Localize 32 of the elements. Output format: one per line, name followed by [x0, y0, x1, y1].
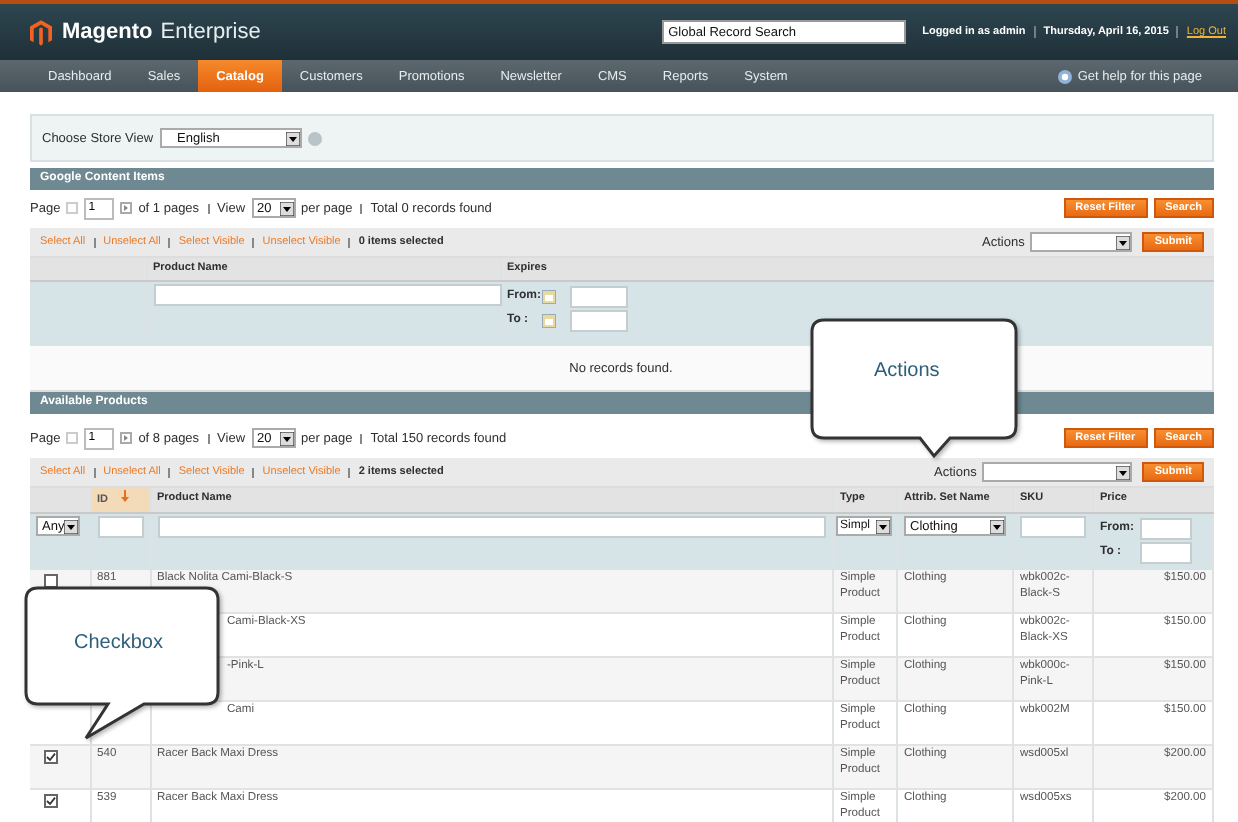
next-icon[interactable] [120, 202, 133, 214]
logo-text: Magento [62, 20, 153, 44]
next-icon[interactable] [120, 432, 133, 444]
caret-icon [990, 519, 1004, 533]
date-field[interactable] [569, 309, 627, 331]
filter-field[interactable] [157, 516, 826, 538]
calendar-icon[interactable] [541, 313, 555, 327]
callout-label: Checkbox [74, 632, 163, 654]
caret-icon [64, 519, 78, 533]
caret-icon [1116, 235, 1131, 249]
caret-icon [279, 201, 294, 215]
help-icon [1057, 69, 1072, 83]
caret-icon [285, 131, 300, 145]
sort-arrow-icon [120, 490, 130, 502]
callout-label: Actions [874, 360, 940, 382]
price-field[interactable] [1140, 517, 1192, 539]
actions-select[interactable] [982, 462, 1133, 482]
filter-field[interactable] [1020, 516, 1086, 538]
price-field[interactable] [1140, 541, 1192, 563]
checked-checkbox[interactable] [44, 794, 58, 808]
date-field[interactable] [569, 285, 627, 307]
filter-field[interactable] [97, 516, 143, 538]
calendar-icon[interactable] [541, 289, 555, 303]
checkbox[interactable] [44, 574, 58, 588]
checked-checkbox[interactable] [44, 750, 58, 764]
actions-select[interactable] [1030, 232, 1133, 252]
caret-icon [876, 519, 890, 533]
caret-icon [1116, 465, 1131, 479]
filter-field[interactable] [153, 284, 501, 306]
edition-text: Enterprise [160, 20, 261, 44]
logo-icon [30, 19, 52, 45]
caret-icon [279, 431, 294, 445]
